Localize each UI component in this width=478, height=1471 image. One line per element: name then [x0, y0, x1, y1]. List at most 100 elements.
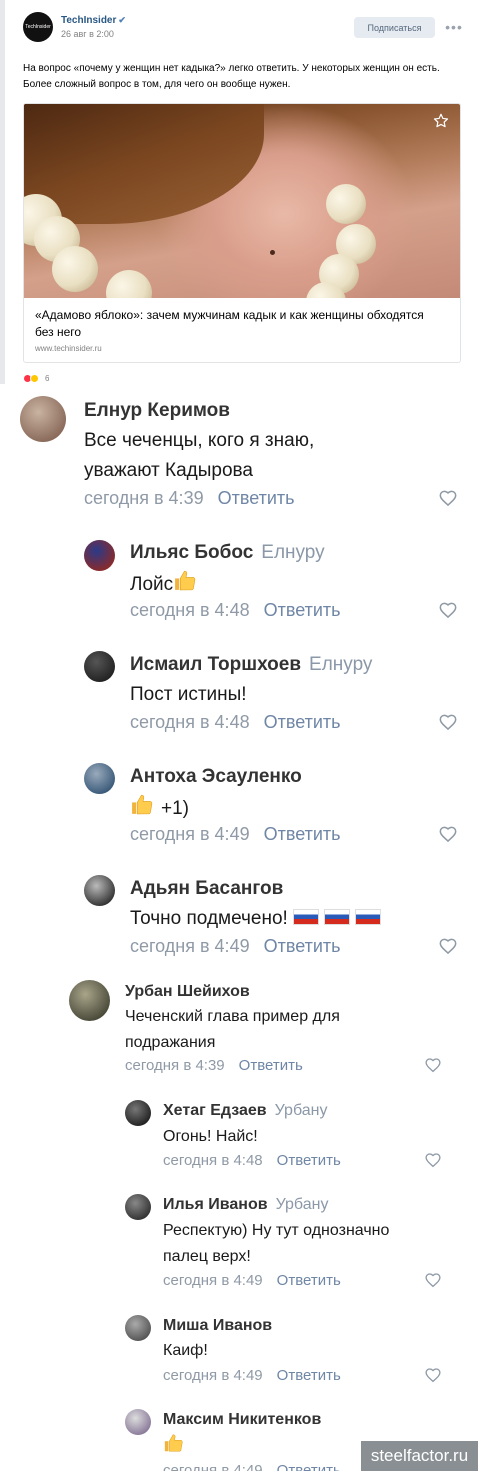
commenter-name-text[interactable]: Адьян Басангов: [130, 878, 283, 899]
comment-text: Все чеченцы, кого я знаю,: [84, 430, 315, 451]
like-heart-icon[interactable]: [424, 1271, 442, 1289]
reply-button[interactable]: Ответить: [277, 1272, 341, 1289]
commenter-name-text[interactable]: Елнур Керимов: [84, 400, 230, 421]
commenter-name-text[interactable]: Исмаил Торшхоев: [130, 654, 301, 675]
reply-button[interactable]: Ответить: [264, 712, 341, 732]
comment-time[interactable]: сегодня в 4:48: [130, 600, 250, 620]
link-attachment[interactable]: «Адамово яблоко»: зачем мужчинам кадык и…: [23, 103, 461, 363]
comment-meta: сегодня в 4:48 Ответить: [130, 600, 341, 621]
reply-to-name[interactable]: Елнуру: [261, 542, 324, 563]
post-text: На вопрос «почему у женщин нет кадыка?» …: [23, 63, 440, 90]
thumbs-up-emoji: [163, 1434, 185, 1455]
comment-text: подражания: [125, 1034, 216, 1051]
reply-button[interactable]: Ответить: [239, 1057, 303, 1074]
russian-flag-emoji: [323, 909, 350, 925]
commenter-name[interactable]: Адьян Басангов: [130, 878, 283, 900]
star-bookmark-icon[interactable]: [432, 112, 450, 130]
commenter-name-text[interactable]: Илья Иванов: [163, 1196, 268, 1213]
comment-time[interactable]: сегодня в 4:39: [84, 488, 204, 508]
commenter-avatar[interactable]: [125, 1100, 151, 1126]
commenter-avatar[interactable]: [84, 540, 115, 571]
comment-text: уважают Кадырова: [84, 460, 253, 481]
commenter-name[interactable]: Антоха Эсауленко: [130, 766, 302, 788]
bead: [106, 270, 152, 298]
commenter-name[interactable]: Урбан Шейихов: [125, 983, 250, 1001]
author-name-text[interactable]: TechInsider: [61, 15, 116, 26]
commenter-avatar[interactable]: [125, 1315, 151, 1341]
commenter-avatar[interactable]: [84, 875, 115, 906]
comment-text-line: Огонь! Найс!: [163, 1124, 258, 1150]
author-avatar[interactable]: TechInsider: [23, 12, 53, 42]
post-date[interactable]: 26 авг в 2:00: [61, 29, 114, 39]
attachment-title[interactable]: «Адамово яблоко»: зачем мужчинам кадык и…: [35, 307, 445, 341]
commenter-name[interactable]: Миша Иванов: [163, 1317, 272, 1335]
commenter-avatar[interactable]: [69, 980, 110, 1021]
post-card: TechInsider TechInsider ✔ 26 авг в 2:00 П…: [0, 0, 478, 384]
commenter-name[interactable]: Максим Никитенков: [163, 1411, 321, 1429]
reply-button[interactable]: Ответить: [264, 824, 341, 844]
reactions-bar[interactable]: 6: [23, 372, 49, 384]
commenter-name-text[interactable]: Ильяс Бобос: [130, 542, 253, 563]
commenter-avatar[interactable]: [84, 763, 115, 794]
comment-time[interactable]: сегодня в 4:39: [125, 1057, 225, 1074]
watermark: steelfactor.ru: [361, 1441, 478, 1471]
attachment-image[interactable]: [24, 104, 460, 298]
comment-text: Респектую) Ну тут однозначно: [163, 1222, 390, 1239]
commenter-name[interactable]: Илья Иванов Урбану: [163, 1196, 328, 1214]
commenter-name-text[interactable]: Урбан Шейихов: [125, 983, 250, 1000]
comment-text-line: палец верх!: [163, 1244, 251, 1270]
like-heart-icon[interactable]: [438, 936, 458, 956]
comment-text: Лойс: [130, 574, 174, 595]
comment-text: +1): [161, 798, 189, 819]
reply-button[interactable]: Ответить: [277, 1367, 341, 1384]
commenter-avatar[interactable]: [84, 651, 115, 682]
comment-time[interactable]: сегодня в 4:49: [130, 936, 250, 956]
comment-time[interactable]: сегодня в 4:49: [163, 1462, 263, 1471]
avatar-text: TechInsider: [25, 24, 51, 30]
reply-button[interactable]: Ответить: [277, 1152, 341, 1169]
reply-button[interactable]: Ответить: [264, 600, 341, 620]
comment-meta: сегодня в 4:49 Ответить: [130, 824, 341, 845]
hair-shape: [24, 104, 264, 224]
commenter-name-text[interactable]: Максим Никитенков: [163, 1411, 321, 1428]
comment-time[interactable]: сегодня в 4:49: [130, 824, 250, 844]
like-heart-icon[interactable]: [438, 712, 458, 732]
thumbs-up-emoji: [173, 570, 198, 595]
commenter-name-text[interactable]: Антоха Эсауленко: [130, 766, 302, 787]
comment-time[interactable]: сегодня в 4:48: [130, 712, 250, 732]
verified-icon: ✔: [118, 15, 126, 25]
like-heart-icon[interactable]: [438, 824, 458, 844]
reply-to-name[interactable]: Урбану: [275, 1102, 328, 1119]
comment-time[interactable]: сегодня в 4:49: [163, 1367, 263, 1384]
reply-button[interactable]: Ответить: [264, 936, 341, 956]
commenter-avatar[interactable]: [125, 1194, 151, 1220]
comment-text-line: Точно подмечено!: [130, 904, 381, 934]
comment-meta: сегодня в 4:49 Ответить: [163, 1272, 341, 1289]
commenter-avatar[interactable]: [20, 396, 66, 442]
comment-meta: сегодня в 4:49 Ответить: [130, 936, 341, 957]
post-author-name[interactable]: TechInsider ✔: [61, 15, 126, 26]
comment-time[interactable]: сегодня в 4:48: [163, 1152, 263, 1169]
like-heart-icon[interactable]: [438, 600, 458, 620]
reply-to-name[interactable]: Елнуру: [309, 654, 372, 675]
more-horizontal-icon[interactable]: •••: [444, 17, 464, 37]
reply-button[interactable]: Ответить: [218, 488, 295, 508]
commenter-name-text[interactable]: Хетаг Едзаев: [163, 1102, 267, 1119]
commenter-name[interactable]: Ильяс Бобос Елнуру: [130, 542, 325, 564]
comment-text-line: [163, 1432, 191, 1460]
commenter-name[interactable]: Елнур Керимов: [84, 400, 230, 422]
like-heart-icon[interactable]: [424, 1056, 442, 1074]
commenter-avatar[interactable]: [125, 1409, 151, 1435]
like-heart-icon[interactable]: [424, 1151, 442, 1169]
comment-time[interactable]: сегодня в 4:49: [163, 1272, 263, 1289]
reply-to-name[interactable]: Урбану: [276, 1196, 329, 1213]
commenter-name[interactable]: Хетаг Едзаев Урбану: [163, 1102, 327, 1120]
like-heart-icon[interactable]: [438, 488, 458, 508]
commenter-name-text[interactable]: Миша Иванов: [163, 1317, 272, 1334]
subscribe-button[interactable]: Подписаться: [354, 17, 435, 38]
like-heart-icon[interactable]: [424, 1366, 442, 1384]
comment-text-line: Чеченский глава пример для: [125, 1004, 340, 1030]
comment-text-line: Каиф!: [163, 1338, 208, 1364]
commenter-name[interactable]: Исмаил Торшхоев Елнуру: [130, 654, 372, 676]
reply-button[interactable]: Ответить: [277, 1462, 341, 1471]
